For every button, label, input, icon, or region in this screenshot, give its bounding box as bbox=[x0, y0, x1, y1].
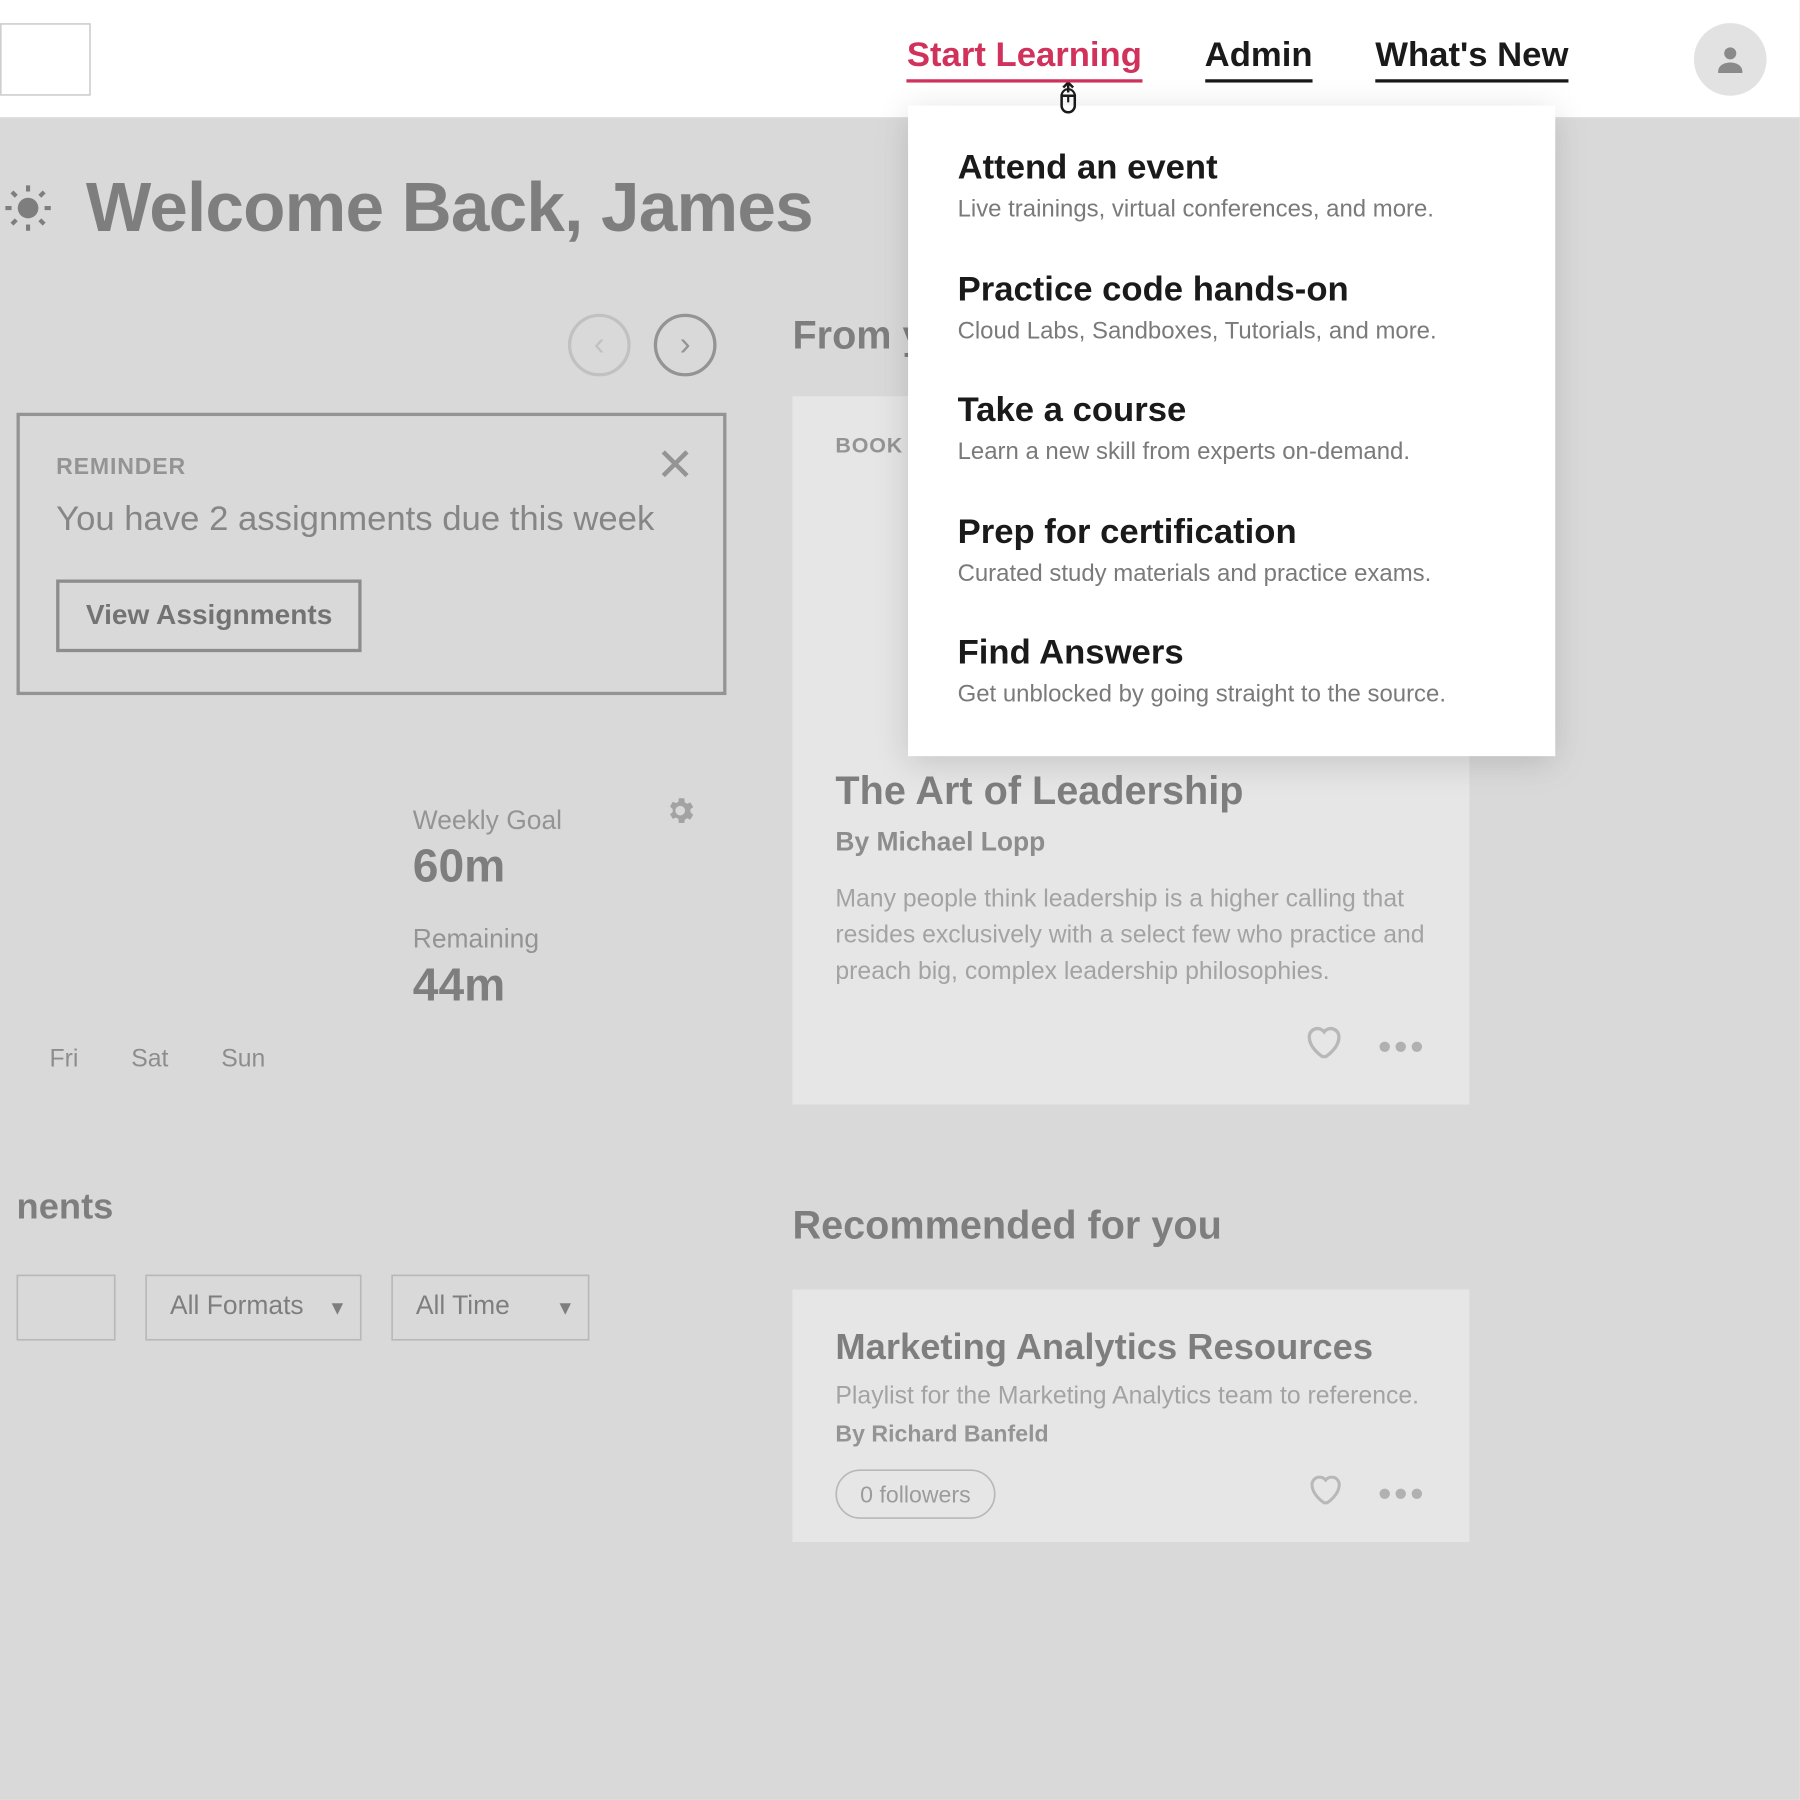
day-sun: Sun bbox=[221, 1046, 265, 1074]
more-options-button[interactable]: ••• bbox=[1378, 1473, 1426, 1516]
nav-admin[interactable]: Admin bbox=[1205, 35, 1313, 81]
filter-time[interactable]: All Time ▾ bbox=[391, 1275, 589, 1341]
chevron-left-icon: ‹ bbox=[594, 326, 605, 364]
chevron-right-icon: › bbox=[680, 326, 691, 364]
nav-whats-new[interactable]: What's New bbox=[1375, 35, 1568, 81]
start-learning-dropdown: Attend an event Live trainings, virtual … bbox=[908, 106, 1555, 756]
assignments-heading: nents bbox=[17, 1186, 727, 1229]
dropdown-item-desc: Learn a new skill from experts on-demand… bbox=[958, 438, 1506, 470]
weekly-goal-value: 60m bbox=[413, 841, 694, 894]
heart-icon bbox=[1306, 1471, 1342, 1507]
dropdown-item-title: Prep for certification bbox=[958, 513, 1506, 553]
chevron-down-icon: ▾ bbox=[559, 1294, 571, 1322]
reminder-text: You have 2 assignments due this week bbox=[56, 495, 687, 544]
goal-settings-button[interactable] bbox=[664, 795, 697, 838]
weekly-goal-label: Weekly Goal bbox=[413, 808, 694, 838]
avatar[interactable] bbox=[1694, 22, 1767, 95]
recommended-author: By Richard Banfeld bbox=[835, 1420, 1426, 1446]
dropdown-item-desc: Curated study materials and practice exa… bbox=[958, 559, 1506, 591]
remaining-value: 44m bbox=[413, 960, 694, 1013]
day-sat: Sat bbox=[131, 1046, 168, 1074]
gear-icon bbox=[664, 795, 697, 828]
book-card-actions: ••• bbox=[835, 1022, 1426, 1072]
close-reminder-button[interactable]: ✕ bbox=[650, 439, 700, 489]
day-fri: Fri bbox=[50, 1046, 79, 1074]
dropdown-item-title: Find Answers bbox=[958, 634, 1506, 674]
book-author: By Michael Lopp bbox=[835, 829, 1426, 859]
dropdown-item-desc: Cloud Labs, Sandboxes, Tutorials, and mo… bbox=[958, 316, 1506, 348]
filter-time-value: All Time bbox=[416, 1293, 510, 1321]
logo-placeholder bbox=[0, 22, 91, 95]
nav-start-learning[interactable]: Start Learning bbox=[907, 35, 1142, 81]
dropdown-item-desc: Get unblocked by going straight to the s… bbox=[958, 681, 1506, 713]
more-options-button[interactable]: ••• bbox=[1378, 1026, 1426, 1069]
dropdown-item-attend-event[interactable]: Attend an event Live trainings, virtual … bbox=[958, 149, 1506, 228]
dropdown-item-practice-code[interactable]: Practice code hands-on Cloud Labs, Sandb… bbox=[958, 270, 1506, 349]
reminder-label: REMINDER bbox=[56, 452, 687, 478]
carousel-next-button[interactable]: › bbox=[654, 314, 717, 377]
carousel-prev-button[interactable]: ‹ bbox=[568, 314, 631, 377]
primary-nav: Start Learning Admin What's New bbox=[907, 22, 1767, 95]
person-icon bbox=[1712, 40, 1748, 76]
book-description: Many people think leadership is a higher… bbox=[835, 882, 1426, 990]
day-row: Fri Sat Sun bbox=[50, 1046, 694, 1074]
view-assignments-button[interactable]: View Assignments bbox=[56, 580, 362, 653]
favorite-button[interactable] bbox=[1302, 1022, 1342, 1072]
dropdown-item-title: Practice code hands-on bbox=[958, 270, 1506, 310]
dropdown-item-take-course[interactable]: Take a course Learn a new skill from exp… bbox=[958, 391, 1506, 470]
ellipsis-icon: ••• bbox=[1378, 1473, 1426, 1514]
sun-icon bbox=[0, 180, 56, 236]
filter-format[interactable]: All Formats ▾ bbox=[145, 1275, 361, 1341]
heart-icon bbox=[1302, 1022, 1342, 1062]
book-title: The Art of Leadership bbox=[835, 769, 1426, 815]
favorite-button[interactable] bbox=[1306, 1471, 1342, 1517]
dropdown-item-title: Attend an event bbox=[958, 149, 1506, 189]
close-icon: ✕ bbox=[656, 437, 695, 491]
chevron-down-icon: ▾ bbox=[332, 1294, 344, 1322]
assignment-filters: All Formats ▾ All Time ▾ bbox=[17, 1275, 727, 1341]
dropdown-item-desc: Live trainings, virtual conferences, and… bbox=[958, 195, 1506, 227]
reminder-card: REMINDER ✕ You have 2 assignments due th… bbox=[17, 413, 727, 696]
recommended-section: Recommended for you Marketing Analytics … bbox=[792, 1204, 1469, 1542]
remaining-label: Remaining bbox=[413, 927, 694, 957]
filter-first[interactable] bbox=[17, 1275, 116, 1341]
dropdown-item-find-answers[interactable]: Find Answers Get unblocked by going stra… bbox=[958, 634, 1506, 713]
ellipsis-icon: ••• bbox=[1378, 1026, 1426, 1067]
top-bar: Start Learning Admin What's New bbox=[0, 0, 1800, 119]
recommended-subtitle: Playlist for the Marketing Analytics tea… bbox=[835, 1382, 1426, 1410]
reminder-carousel-nav: ‹ › bbox=[17, 314, 727, 377]
dropdown-item-title: Take a course bbox=[958, 391, 1506, 431]
followers-pill: 0 followers bbox=[835, 1470, 995, 1520]
recommended-heading: Recommended for you bbox=[792, 1204, 1469, 1250]
filter-format-value: All Formats bbox=[170, 1293, 304, 1321]
recommended-card[interactable]: Marketing Analytics Resources Playlist f… bbox=[792, 1290, 1469, 1543]
weekly-goal-card: Weekly Goal 60m Remaining 44m Fri Sat Su… bbox=[17, 778, 727, 1087]
recommended-title: Marketing Analytics Resources bbox=[835, 1326, 1426, 1369]
dropdown-item-prep-certification[interactable]: Prep for certification Curated study mat… bbox=[958, 513, 1506, 592]
page-title: Welcome Back, James bbox=[86, 168, 813, 247]
